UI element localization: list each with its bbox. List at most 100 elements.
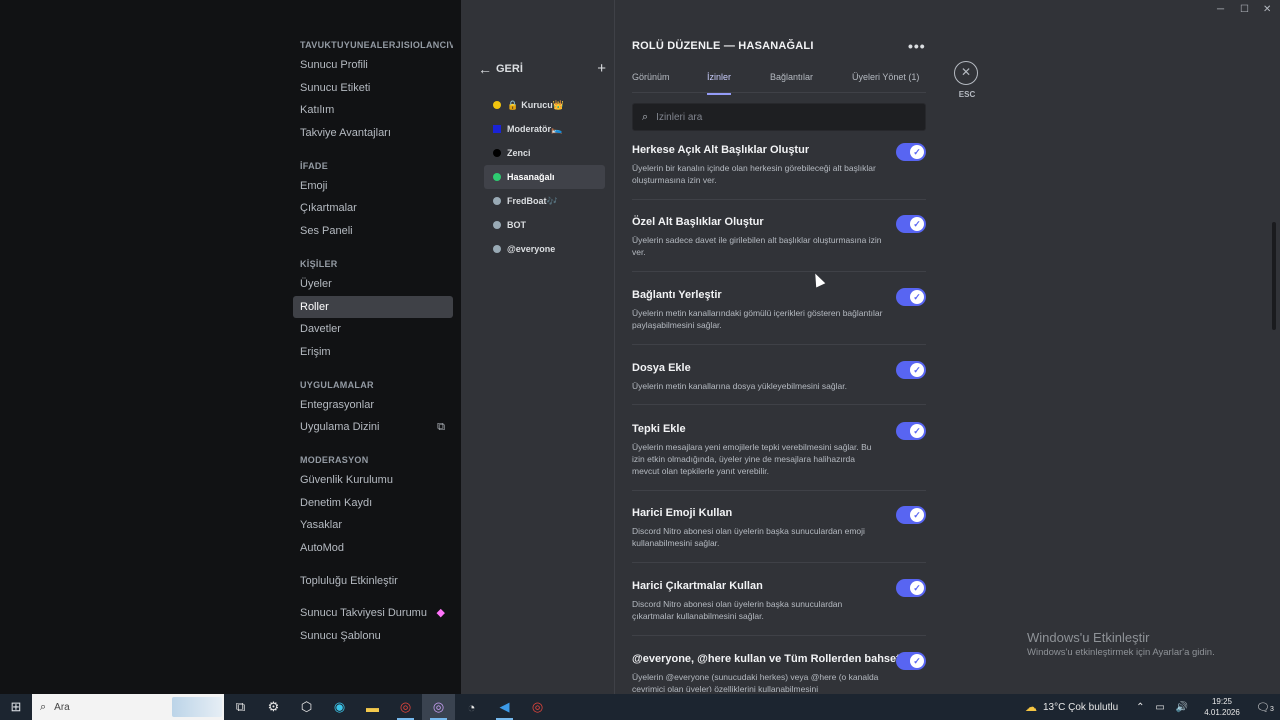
minimize-icon[interactable]: ─ — [1217, 4, 1224, 15]
sidebar-item-soundboard[interactable]: Ses Paneli — [293, 220, 453, 243]
divider — [632, 635, 926, 636]
taskbar-search[interactable]: ⌕ Ara — [32, 694, 224, 720]
divider — [632, 271, 926, 272]
permission-row: Tepki Ekle Üyelerin mesajlara yeni emoji… — [632, 422, 926, 477]
sidebar-item-boost-perks[interactable]: Takviye Avantajları — [293, 122, 453, 145]
sidebar-item-server-template[interactable]: Sunucu Şablonu — [293, 625, 453, 648]
permission-title: Herkese Açık Alt Başlıklar Oluştur — [632, 144, 810, 156]
windows-start-icon[interactable]: ⊞ — [0, 694, 32, 720]
maximize-icon[interactable]: ☐ — [1240, 4, 1249, 15]
search-highlight-image — [172, 697, 222, 717]
sidebar-header-expression: İFADE — [300, 160, 329, 171]
weather-widget[interactable]: ☁ 13°C Çok bulutlu — [1025, 700, 1118, 714]
sidebar-item-automod[interactable]: AutoMod — [293, 537, 453, 560]
check-icon: ✓ — [910, 363, 924, 377]
close-icon[interactable]: ✕ — [954, 61, 978, 85]
back-button[interactable]: ← GERİ + — [478, 60, 606, 78]
sidebar-item-integrations[interactable]: Entegrasyonlar — [293, 394, 453, 417]
check-icon: ✓ — [910, 145, 924, 159]
task-view-icon[interactable]: ⧉ — [224, 694, 257, 720]
clock[interactable]: 19:25 4.01.2026 — [1198, 696, 1246, 718]
permission-description: Üyelerin sadece davet ile girilebilen al… — [632, 235, 882, 257]
scrollbar-thumb[interactable] — [1272, 222, 1276, 330]
role-item-everyone[interactable]: @everyone — [484, 237, 605, 261]
esc-label: ESC — [958, 90, 976, 99]
tab-manage-members[interactable]: Üyeleri Yönet (1) — [852, 72, 919, 93]
tab-permissions[interactable]: İzinler — [707, 72, 732, 95]
sidebar-item-stickers[interactable]: Çıkartmalar — [293, 197, 453, 220]
permission-toggle[interactable]: ✓ — [896, 506, 926, 524]
app-icon[interactable]: ⬡ — [290, 694, 323, 720]
music-emoji: 🎶 — [546, 195, 558, 206]
sidebar-item-audit-log[interactable]: Denetim Kaydı — [293, 492, 453, 515]
external-link-icon: ⧉ — [437, 421, 445, 434]
close-window-icon[interactable]: ✕ — [1263, 4, 1271, 15]
discord-icon[interactable]: ◎ — [422, 694, 455, 720]
chrome-icon[interactable]: ◎ — [521, 694, 554, 720]
system-tray: ☁ 13°C Çok bulutlu ⌃ ▭ 🔊 19:25 4.01.2026… — [1025, 694, 1280, 720]
back-label: GERİ — [496, 63, 523, 75]
tray-icons[interactable]: ⌃ ▭ 🔊 — [1136, 702, 1192, 713]
more-options-icon[interactable]: ••• — [908, 38, 926, 54]
notification-icon[interactable]: 🗨3 — [1250, 701, 1280, 714]
sidebar-item-label: Uygulama Dizini — [300, 421, 380, 434]
sidebar-item-enable-community[interactable]: Topluluğu Etkinleştir — [293, 570, 453, 593]
arrow-left-icon: ← — [478, 61, 492, 77]
permission-toggle[interactable]: ✓ — [896, 652, 926, 670]
sidebar-item-access[interactable]: Erişim — [293, 341, 453, 364]
permission-title: Dosya Ekle — [632, 362, 691, 374]
close-button[interactable]: ✕ ESC — [954, 61, 980, 99]
sidebar-item-server-profile[interactable]: Sunucu Profili — [293, 54, 453, 77]
sidebar-item-boost-status[interactable]: Sunucu Takviyesi Durumu ◆ — [293, 602, 453, 625]
role-name: Moderatör — [507, 124, 552, 134]
tab-links[interactable]: Bağlantılar — [770, 72, 813, 93]
permission-toggle[interactable]: ✓ — [896, 215, 926, 233]
steam-icon[interactable]: ⚙ — [257, 694, 290, 720]
permission-title: Bağlantı Yerleştir — [632, 289, 722, 301]
permission-toggle[interactable]: ✓ — [896, 361, 926, 379]
sidebar-item-server-tag[interactable]: Sunucu Etiketi — [293, 77, 453, 100]
sidebar-item-app-directory[interactable]: Uygulama Dizini ⧉ — [293, 416, 453, 439]
role-item-bot[interactable]: BOT — [484, 213, 605, 237]
plus-icon[interactable]: + — [597, 60, 606, 78]
role-item-kurucu[interactable]: 🔒 Kurucu 👑 — [484, 93, 605, 117]
chrome-icon[interactable]: ◎ — [389, 694, 422, 720]
sidebar-item-roles[interactable]: Roller — [293, 295, 453, 319]
role-color-dot — [493, 125, 501, 133]
permission-toggle[interactable]: ✓ — [896, 143, 926, 161]
taskbar-search-text: Ara — [54, 701, 70, 713]
permission-description: Üyelerin metin kanallarındaki gömülü içe… — [632, 308, 883, 330]
sidebar-item-members[interactable]: Üyeler — [293, 273, 453, 296]
search-input[interactable] — [656, 111, 897, 123]
permission-search: ⌕ — [632, 103, 926, 131]
permission-toggle[interactable]: ✓ — [896, 288, 926, 306]
role-item-moderator[interactable]: Moderatör 🛌 — [484, 117, 605, 141]
activation-watermark: Windows'u Etkinleştir Windows'u etkinleş… — [1027, 630, 1215, 658]
check-icon: ✓ — [910, 290, 924, 304]
check-icon: ✓ — [910, 654, 924, 668]
vscode-icon[interactable]: ◀ — [488, 694, 521, 720]
tab-display[interactable]: Görünüm — [632, 72, 670, 93]
permission-description: Üyelerin @everyone (sunucudaki herkes) v… — [632, 672, 879, 692]
role-name: BOT — [507, 220, 526, 230]
sidebar-item-invites[interactable]: Davetler — [293, 318, 453, 341]
edge-icon[interactable]: ◉ — [323, 694, 356, 720]
role-item-fredboat[interactable]: FredBoat 🎶 — [484, 189, 605, 213]
role-item-zenci[interactable]: Zenci — [484, 141, 605, 165]
role-color-dot — [493, 173, 501, 181]
obs-icon[interactable]: ◔ — [455, 694, 488, 720]
check-icon: ✓ — [910, 217, 924, 231]
divider — [632, 199, 926, 200]
file-explorer-icon[interactable]: ▬ — [356, 694, 389, 720]
sidebar-item-safety-setup[interactable]: Güvenlik Kurulumu — [293, 469, 453, 492]
permission-toggle[interactable]: ✓ — [896, 579, 926, 597]
divider — [632, 404, 926, 405]
role-name: @everyone — [507, 244, 556, 254]
sidebar-item-onboarding[interactable]: Katılım — [293, 99, 453, 122]
permission-toggle[interactable]: ✓ — [896, 422, 926, 440]
taskbar: ⊞ ⌕ Ara ⧉ ⚙ ⬡ ◉ ▬ ◎ ◎ ◔ ◀ ◎ ☁ 13°C Çok b… — [0, 694, 1280, 720]
permission-description: Discord Nitro abonesi olan üyelerin başk… — [632, 526, 865, 548]
sidebar-item-bans[interactable]: Yasaklar — [293, 514, 453, 537]
sidebar-item-emoji[interactable]: Emoji — [293, 175, 453, 198]
role-item-hasanagali[interactable]: Hasanağalı — [484, 165, 605, 189]
